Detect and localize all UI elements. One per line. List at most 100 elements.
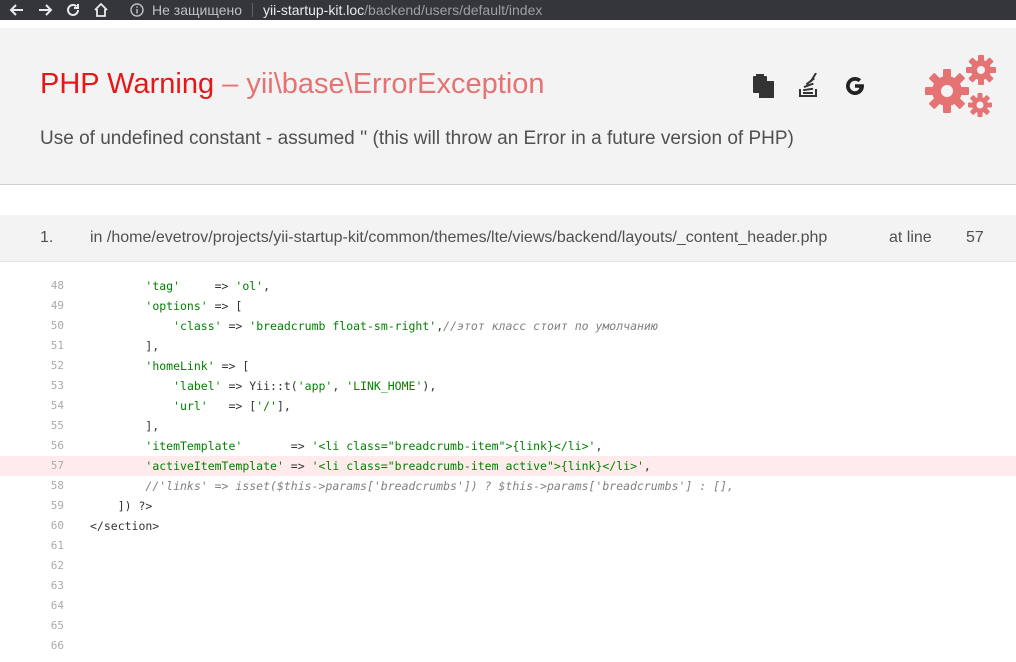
code-string: 'activeItemTemplate' xyxy=(145,459,284,473)
stackoverflow-icon[interactable] xyxy=(796,73,822,99)
code-line: 63 xyxy=(0,576,1016,596)
gears-logo-icon xyxy=(925,55,996,117)
copy-icon[interactable] xyxy=(750,73,776,99)
code-string: '/' xyxy=(256,399,277,413)
code-string: 'breadcrumb float-sm-right' xyxy=(249,319,437,333)
code-string: 'tag' xyxy=(145,279,181,293)
line-number: 53 xyxy=(50,379,64,392)
reload-button[interactable] xyxy=(62,0,84,20)
code-text: ], xyxy=(90,336,159,356)
code-plain xyxy=(90,359,145,373)
code-text: 'activeItemTemplate' => '<li class="brea… xyxy=(90,456,651,476)
code-plain: , xyxy=(643,459,651,473)
code-plain: , xyxy=(595,439,603,453)
code-string: '<li class="breadcrumb-item active">{lin… xyxy=(311,459,644,473)
code-line: 61 xyxy=(0,536,1016,556)
code-line: 53 'label' => Yii::t('app', 'LINK_HOME')… xyxy=(0,376,1016,396)
code-snippet: 48 'tag' => 'ol', 49 'options' => [50 'cl… xyxy=(0,276,1016,656)
browser-toolbar: Не защищено yii-startup-kit.loc/backend/… xyxy=(0,0,1016,20)
code-line: 59 ]) ?> xyxy=(0,496,1016,516)
line-number: 63 xyxy=(50,579,64,592)
call-stack-item[interactable]: 1. in /home/evetrov/projects/yii-startup… xyxy=(0,215,1016,262)
exception-class[interactable]: yii\base\ErrorException xyxy=(246,68,544,100)
code-string: 'ol' xyxy=(235,279,264,293)
code-string: 'app' xyxy=(297,379,333,393)
code-plain: => [ xyxy=(207,399,257,413)
code-plain xyxy=(90,439,145,453)
line-number: 66 xyxy=(50,639,64,652)
back-button[interactable] xyxy=(6,0,28,20)
line-number: 49 xyxy=(50,299,64,312)
home-button[interactable] xyxy=(90,0,112,20)
address-bar[interactable]: Не защищено yii-startup-kit.loc/backend/… xyxy=(130,0,542,20)
code-plain: ], xyxy=(276,399,291,413)
at-line-label: at line xyxy=(889,229,932,246)
code-plain: => [ xyxy=(214,359,250,373)
line-number: 57 xyxy=(966,229,984,246)
google-icon[interactable] xyxy=(842,73,868,99)
line-number: 48 xyxy=(50,279,64,292)
line-number: 58 xyxy=(50,479,64,492)
code-plain xyxy=(90,459,145,473)
code-plain: ], xyxy=(90,339,160,353)
forward-button[interactable] xyxy=(34,0,56,20)
code-line: 56 'itemTemplate' => '<li class="breadcr… xyxy=(0,436,1016,456)
line-number: 59 xyxy=(50,499,64,512)
code-plain xyxy=(90,279,145,293)
code-plain: ], xyxy=(90,419,160,433)
line-number: 60 xyxy=(50,519,64,532)
code-plain xyxy=(90,479,145,493)
code-plain: => xyxy=(242,439,312,453)
code-text: ]) ?> xyxy=(90,496,153,516)
code-plain: ]) ?> xyxy=(90,499,153,513)
code-string: 'itemTemplate' xyxy=(145,439,243,453)
line-number: 61 xyxy=(50,539,64,552)
code-string: 'options' xyxy=(145,299,208,313)
code-text: 'homeLink' => [ xyxy=(90,356,249,376)
code-comment: //'links' => isset($this->params['breadc… xyxy=(145,479,734,493)
code-text: 'url' => ['/'], xyxy=(90,396,291,416)
line-number: 50 xyxy=(50,319,64,332)
code-string: 'class' xyxy=(173,319,222,333)
code-line: 66 xyxy=(0,636,1016,656)
code-line: 50 'class' => 'breadcrumb float-sm-right… xyxy=(0,316,1016,336)
code-plain: => xyxy=(221,319,250,333)
line-number: 56 xyxy=(50,439,64,452)
file-path: in /home/evetrov/projects/yii-startup-ki… xyxy=(90,229,828,246)
code-plain xyxy=(90,399,173,413)
tool-icons xyxy=(750,73,868,99)
code-text: 'itemTemplate' => '<li class="breadcrumb… xyxy=(90,436,602,456)
code-line: 65 xyxy=(0,616,1016,636)
code-comment: //этот класс стоит по умолчанию xyxy=(443,319,658,333)
code-string: 'homeLink' xyxy=(145,359,215,373)
line-number: 52 xyxy=(50,359,64,372)
code-text: ], xyxy=(90,416,159,436)
url-path: /backend/users/default/index xyxy=(364,2,543,18)
code-string: 'url' xyxy=(173,399,208,413)
code-line: 58 //'links' => isset($this->params['bre… xyxy=(0,476,1016,496)
code-string: '<li class="breadcrumb-item">{link}</li>… xyxy=(311,439,596,453)
error-type: PHP Warning xyxy=(40,68,215,100)
code-plain: </section> xyxy=(90,519,160,533)
call-stack-index: 1. xyxy=(40,229,54,246)
title-dash: – xyxy=(214,68,247,100)
code-line: 54 'url' => ['/'], xyxy=(0,396,1016,416)
code-text: 'class' => 'breadcrumb float-sm-right',/… xyxy=(90,316,658,336)
code-plain: , xyxy=(332,379,347,393)
code-plain: ), xyxy=(422,379,437,393)
code-plain: => Yii::t( xyxy=(221,379,298,393)
code-string: 'label' xyxy=(173,379,222,393)
info-icon[interactable] xyxy=(130,3,144,17)
code-line-highlighted: 57 'activeItemTemplate' => '<li class="b… xyxy=(0,456,1016,476)
code-plain xyxy=(90,379,173,393)
line-number: 54 xyxy=(50,399,64,412)
code-plain xyxy=(90,299,145,313)
reload-icon xyxy=(67,3,79,16)
code-line: 49 'options' => [ xyxy=(0,296,1016,316)
line-number: 62 xyxy=(50,559,64,572)
code-plain: => xyxy=(283,459,312,473)
line-number: 64 xyxy=(50,599,64,612)
arrow-right-icon xyxy=(39,4,53,16)
code-plain: => xyxy=(180,279,236,293)
home-icon xyxy=(94,2,108,17)
